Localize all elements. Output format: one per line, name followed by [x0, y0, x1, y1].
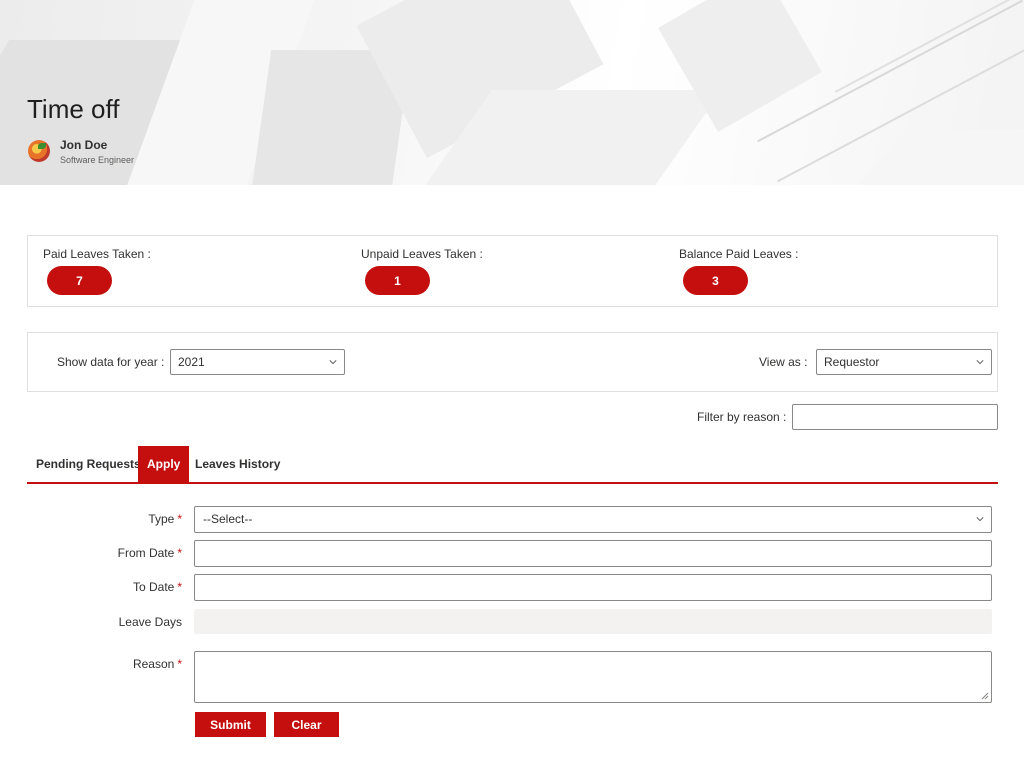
chevron-down-icon: [976, 360, 984, 365]
type-select[interactable]: --Select--: [194, 506, 992, 533]
to-date-label: To Date *: [132, 580, 182, 594]
balance-leaves-label: Balance Paid Leaves :: [679, 247, 799, 261]
year-value: 2021: [178, 355, 205, 369]
reason-label: Reason *: [132, 657, 182, 671]
year-dropdown[interactable]: 2021: [170, 349, 345, 375]
clear-button[interactable]: Clear: [274, 712, 339, 737]
user-role: Software Engineer: [60, 155, 135, 165]
view-as-label: View as :: [759, 355, 808, 369]
tab-leaves-history[interactable]: Leaves History: [186, 446, 289, 482]
to-date-field[interactable]: [194, 574, 992, 601]
paid-leaves-label: Paid Leaves Taken :: [43, 247, 151, 261]
type-select-value: --Select--: [203, 512, 253, 526]
unpaid-leaves-count: 1: [365, 266, 430, 295]
view-as-dropdown[interactable]: Requestor: [816, 349, 992, 375]
view-as-value: Requestor: [824, 355, 880, 369]
user-name: Jon Doe: [60, 138, 108, 152]
leave-days-label: Leave Days: [118, 615, 182, 629]
unpaid-leaves-label: Unpaid Leaves Taken :: [361, 247, 483, 261]
from-date-field[interactable]: [194, 540, 992, 567]
filter-panel: Show data for year : 2021 View as : Requ…: [27, 332, 998, 392]
balance-leaves-count: 3: [683, 266, 748, 295]
chevron-down-icon: [976, 517, 984, 522]
tab-underline: [27, 482, 998, 484]
year-label: Show data for year :: [57, 355, 165, 369]
filter-reason-input[interactable]: [792, 404, 998, 430]
from-date-label: From Date *: [117, 546, 182, 560]
leave-days-field: [194, 609, 992, 634]
tab-pending-requests[interactable]: Pending Requests: [27, 446, 150, 482]
resize-handle-icon[interactable]: [981, 692, 989, 700]
filter-reason-label: Filter by reason :: [697, 410, 787, 424]
tab-bar: Pending Requests Apply Leaves History: [27, 446, 998, 482]
header-banner: [0, 0, 1024, 185]
type-label: Type *: [148, 512, 182, 526]
reason-textarea[interactable]: [194, 651, 992, 703]
tab-apply[interactable]: Apply: [138, 446, 190, 482]
submit-button[interactable]: Submit: [195, 712, 266, 737]
page-title: Time off: [27, 94, 120, 124]
leave-stats-panel: Paid Leaves Taken : 7 Unpaid Leaves Take…: [27, 235, 998, 307]
avatar: [28, 140, 50, 162]
chevron-down-icon: [329, 360, 337, 365]
paid-leaves-count: 7: [47, 266, 112, 295]
